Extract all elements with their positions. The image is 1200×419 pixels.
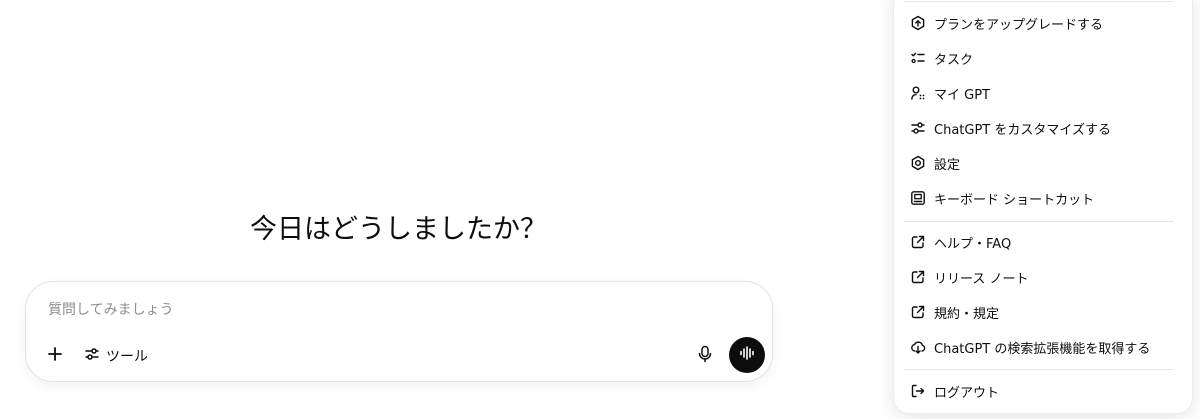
- menu-divider: [904, 369, 1174, 370]
- menu-divider: [904, 1, 1174, 2]
- add-attachment-button[interactable]: [40, 342, 70, 370]
- keyboard-icon: [909, 189, 927, 207]
- chatgpt-app: 今日はどうしましたか？ ツール: [0, 0, 1200, 419]
- voice-mode-button[interactable]: [729, 337, 765, 373]
- upgrade-icon: [909, 14, 927, 32]
- menu-item-upgrade-plan[interactable]: プランをアップグレードする: [901, 7, 1183, 39]
- menu-item-label: プランをアップグレードする: [934, 17, 1104, 33]
- menu-item-label: タスク: [934, 52, 974, 68]
- account-menu: プランをアップグレードする タスク マイ GPT ChatGPT をカスタマイズ…: [893, 0, 1193, 414]
- menu-item-label: 設定: [934, 157, 961, 173]
- tasks-icon: [909, 49, 927, 67]
- greeting-heading: 今日はどうしましたか？: [250, 214, 547, 245]
- prompt-input[interactable]: [48, 296, 688, 324]
- my-gpt-icon: [909, 84, 927, 102]
- menu-item-label: マイ GPT: [934, 87, 990, 103]
- menu-item-release-notes[interactable]: リリース ノート: [901, 261, 1183, 293]
- menu-item-label: ChatGPT の検索拡張機能を取得する: [934, 341, 1151, 357]
- menu-item-terms-policies[interactable]: 規約・規定: [901, 296, 1183, 328]
- download-cloud-icon: [909, 338, 927, 356]
- external-link-icon: [909, 268, 927, 286]
- customize-icon: [909, 119, 927, 137]
- menu-item-settings[interactable]: 設定: [901, 147, 1183, 179]
- external-link-icon: [909, 303, 927, 321]
- menu-item-customize[interactable]: ChatGPT をカスタマイズする: [901, 112, 1183, 144]
- tools-button[interactable]: ツール: [78, 342, 154, 370]
- logout-icon: [909, 382, 927, 400]
- menu-item-help-faq[interactable]: ヘルプ・FAQ: [901, 226, 1183, 258]
- microphone-icon: [697, 345, 713, 367]
- external-link-icon: [909, 233, 927, 251]
- dictate-button[interactable]: [690, 340, 720, 372]
- plus-icon: [47, 346, 63, 366]
- menu-item-label: ログアウト: [934, 385, 1000, 401]
- settings-gear-icon: [909, 154, 927, 172]
- menu-item-my-gpt[interactable]: マイ GPT: [901, 77, 1183, 109]
- menu-item-tasks[interactable]: タスク: [901, 42, 1183, 74]
- voice-mode-icon: [738, 344, 756, 366]
- menu-item-logout[interactable]: ログアウト: [901, 375, 1183, 407]
- menu-item-keyboard-shortcuts[interactable]: キーボード ショートカット: [901, 182, 1183, 214]
- menu-item-label: ヘルプ・FAQ: [934, 236, 1012, 252]
- tools-sliders-icon: [84, 346, 100, 366]
- composer: ツール: [25, 281, 773, 382]
- menu-item-search-extension[interactable]: ChatGPT の検索拡張機能を取得する: [901, 331, 1183, 363]
- menu-item-label: リリース ノート: [934, 271, 1029, 287]
- menu-divider: [904, 221, 1174, 222]
- menu-item-label: ChatGPT をカスタマイズする: [934, 122, 1111, 138]
- menu-item-label: キーボード ショートカット: [934, 192, 1095, 208]
- menu-item-label: 規約・規定: [934, 306, 1000, 322]
- tools-label: ツール: [106, 349, 148, 365]
